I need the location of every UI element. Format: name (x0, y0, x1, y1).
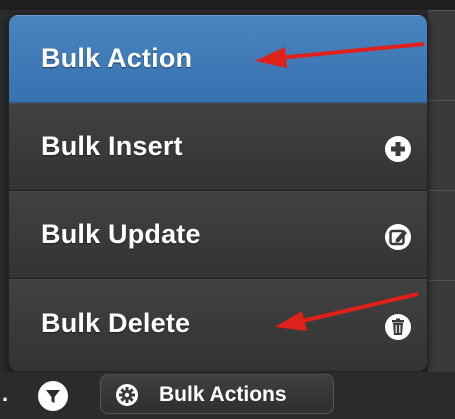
gear-icon (115, 383, 139, 407)
arrow-to-bulk-delete (275, 292, 419, 331)
annotation-arrows (255, 42, 425, 331)
bulk-actions-button[interactable]: Bulk Actions (100, 374, 334, 414)
filter-button[interactable] (38, 381, 68, 411)
filter-icon (46, 390, 60, 403)
bulk-actions-label: Bulk Actions (159, 383, 287, 406)
arrow-to-bulk-action (255, 42, 425, 68)
truncated-text: . (2, 381, 9, 406)
